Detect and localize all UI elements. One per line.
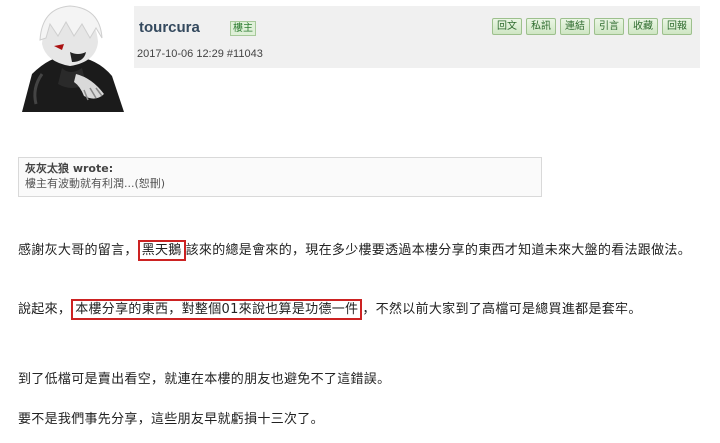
username[interactable]: tourcura [139, 19, 200, 36]
report-button[interactable]: 回報 [662, 18, 692, 35]
link-button[interactable]: 連結 [560, 18, 590, 35]
paragraph-text: 該來的總是會來的，現在多少樓要透過本樓分享的東西才知道未來大盤的看法跟做法。 [185, 243, 692, 258]
avatar[interactable] [12, 4, 130, 112]
highlighted-text: 黑天鵝 [137, 240, 186, 261]
post-header: tourcura 樓主 2017-10-06 12:29 #11043 回文 私… [134, 6, 700, 68]
private-message-button[interactable]: 私訊 [526, 18, 556, 35]
role-badge: 樓主 [230, 21, 256, 36]
post-actions: 回文 私訊 連結 引言 收藏 回報 [492, 18, 692, 35]
paragraph: 說起來， 本樓分享的東西，對整個01來說也算是功德一件 ，不然以前大家到了高檔可是總… [18, 299, 708, 321]
quote-block: 灰灰太狼 wrote: 樓主有波動就有利潤...(恕刪) [18, 157, 542, 197]
quote-text: 樓主有波動就有利潤...(恕刪) [25, 177, 166, 190]
paragraph: 到了低檔可是賣出看空，就連在本樓的朋友也避免不了這錯誤。 [18, 372, 391, 387]
paragraph: 感謝灰大哥的留言， 黑天鵝 該來的總是會來的，現在多少樓要透過本樓分享的東西才知道未… [18, 240, 708, 262]
post-number[interactable]: #11043 [227, 48, 263, 60]
bookmark-button[interactable]: 收藏 [628, 18, 658, 35]
quote-author: 灰灰太狼 wrote: [25, 162, 114, 175]
post-datetime: 2017-10-06 12:29 [137, 48, 224, 60]
paragraph-text: ，不然以前大家到了高檔可是總買進都是套牢。 [362, 302, 642, 317]
post-meta: 2017-10-06 12:29 #11043 [137, 48, 263, 60]
paragraph: 要不是我們事先分享，這些朋友早就虧損十三次了。 [18, 412, 324, 427]
paragraph-text: 感謝灰大哥的留言， [18, 243, 138, 258]
quote-button[interactable]: 引言 [594, 18, 624, 35]
paragraph-text: 說起來， [18, 302, 72, 317]
highlighted-text: 本樓分享的東西，對整個01來說也算是功德一件 [71, 299, 363, 320]
reply-button[interactable]: 回文 [492, 18, 522, 35]
